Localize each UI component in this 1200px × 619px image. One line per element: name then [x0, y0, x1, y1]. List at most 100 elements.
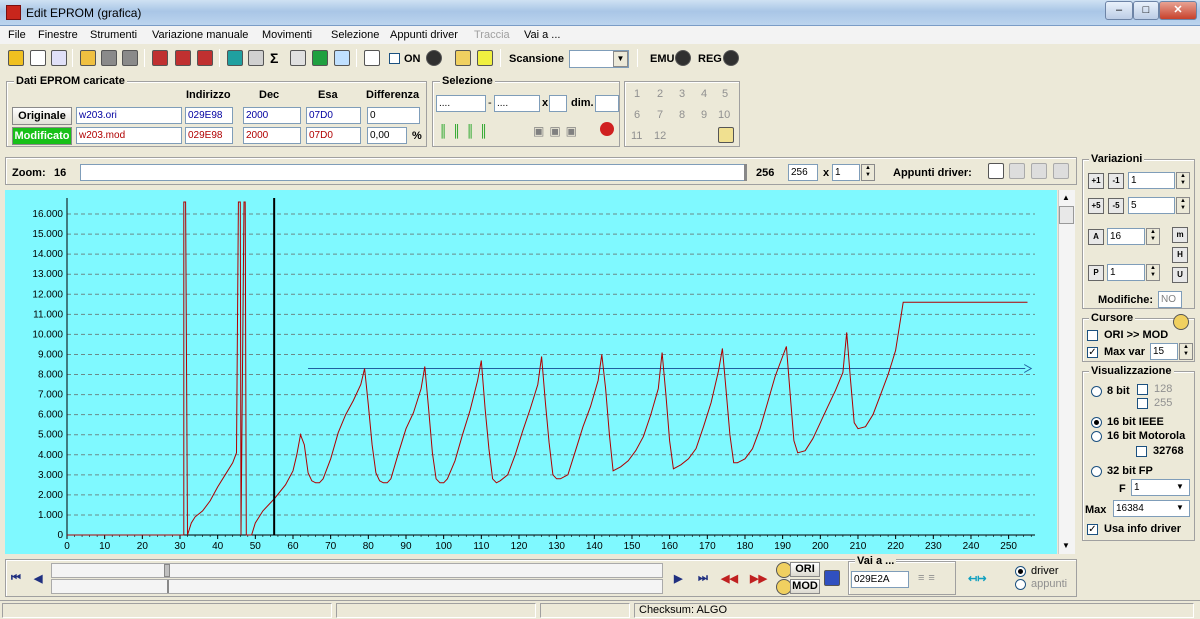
- num-12[interactable]: 12: [654, 130, 666, 142]
- step-1-spinner[interactable]: ▲ ▼: [1176, 172, 1190, 189]
- originale-file[interactable]: w203.ori: [76, 107, 182, 124]
- zoom-field[interactable]: 256: [788, 164, 818, 181]
- next-diff-icon[interactable]: ▶▶: [750, 572, 767, 585]
- compare-icon[interactable]: [175, 50, 191, 66]
- vai-a-field[interactable]: 029E2A: [851, 571, 909, 588]
- num-6[interactable]: 6: [634, 109, 640, 121]
- menu-file[interactable]: File: [8, 29, 26, 41]
- shift-a-icon[interactable]: A: [1088, 229, 1104, 245]
- u-icon[interactable]: U: [1172, 267, 1188, 283]
- zoom-slider[interactable]: [80, 164, 747, 181]
- tools-icon[interactable]: [312, 50, 328, 66]
- copy-icon[interactable]: [30, 50, 46, 66]
- m-icon[interactable]: m: [1172, 227, 1188, 243]
- ori-mod-checkbox[interactable]: [1087, 330, 1098, 341]
- modificato-file[interactable]: w203.mod: [76, 127, 182, 144]
- vertical-scroll-thumb[interactable]: [1059, 206, 1074, 224]
- max-chevron-down-icon[interactable]: ▼: [1176, 503, 1184, 512]
- vertical-scrollbar[interactable]: ▲ ▼: [1058, 190, 1075, 554]
- menu-appunti-driver[interactable]: Appunti driver: [390, 29, 458, 41]
- step-2-spinner[interactable]: ▲ ▼: [1176, 197, 1190, 214]
- calculator-icon[interactable]: [227, 50, 243, 66]
- radio-16bit-motorola[interactable]: [1091, 431, 1102, 442]
- print-icon[interactable]: [290, 50, 306, 66]
- runner-icon[interactable]: [477, 50, 493, 66]
- variazione-step-1[interactable]: 1: [1128, 172, 1175, 189]
- scroll-up-icon[interactable]: ▲: [1062, 193, 1070, 202]
- radio-driver[interactable]: [1015, 566, 1026, 577]
- menu-variazione-manuale[interactable]: Variazione manuale: [152, 29, 248, 41]
- num-8[interactable]: 8: [679, 109, 685, 121]
- modificato-indirizzo[interactable]: 029E98: [185, 127, 233, 144]
- position-scroll-thumb[interactable]: [164, 564, 170, 577]
- num-3[interactable]: 3: [679, 88, 685, 100]
- menu-finestre[interactable]: Finestre: [38, 29, 78, 41]
- move-arrows-icon[interactable]: ↤↦: [968, 572, 986, 585]
- modificato-dec[interactable]: 2000: [243, 127, 301, 144]
- decrease-icon[interactable]: -1: [1108, 173, 1124, 189]
- next-icon[interactable]: ▶: [674, 572, 682, 585]
- originale-indirizzo[interactable]: 029E98: [185, 107, 233, 124]
- num-1[interactable]: 1: [634, 88, 640, 100]
- maximize-button[interactable]: □: [1133, 1, 1159, 20]
- originale-button[interactable]: Originale: [12, 107, 72, 125]
- emu-icon[interactable]: [675, 50, 691, 66]
- zoom-slider-thumb[interactable]: [744, 164, 747, 181]
- variazione-step-4[interactable]: 1: [1107, 264, 1145, 281]
- selezione-x-field[interactable]: [549, 95, 567, 112]
- zoom-mult-field[interactable]: 1: [832, 164, 860, 181]
- save-as-icon[interactable]: [122, 50, 138, 66]
- modificato-diff[interactable]: 0,00: [367, 127, 407, 144]
- modificato-button[interactable]: Modificato: [12, 127, 72, 145]
- diff-icon[interactable]: [197, 50, 213, 66]
- ori-button[interactable]: ORI: [790, 562, 820, 577]
- radio-16bit-ieee[interactable]: [1091, 417, 1102, 428]
- variazione-step-3[interactable]: 16: [1107, 228, 1145, 245]
- selezione-dim-field[interactable]: [595, 95, 619, 112]
- checkbox-128[interactable]: [1137, 384, 1148, 395]
- usa-info-driver-checkbox[interactable]: ✓: [1087, 524, 1098, 535]
- step-3-spinner[interactable]: ▲ ▼: [1146, 228, 1160, 245]
- last-icon[interactable]: ⏭: [698, 572, 708, 585]
- window-icon[interactable]: [51, 50, 67, 66]
- increase-icon[interactable]: +1: [1088, 173, 1104, 189]
- zoom-mult-spinner[interactable]: ▲ ▼: [861, 164, 875, 181]
- home-icon[interactable]: [8, 50, 24, 66]
- chart-svg[interactable]: 0 1.000 2.000 3.000 4.000 5.000 6.000 7.000 8.00…: [5, 190, 1057, 554]
- cursor-lock-icon[interactable]: [1173, 314, 1189, 330]
- increase-5-icon[interactable]: +5: [1088, 198, 1104, 214]
- reg-icon[interactable]: [723, 50, 739, 66]
- check-icon[interactable]: [152, 50, 168, 66]
- p-icon[interactable]: P: [1088, 265, 1104, 281]
- num-10[interactable]: 10: [718, 109, 730, 121]
- num-9[interactable]: 9: [701, 109, 707, 121]
- stop-icon[interactable]: [600, 122, 614, 136]
- originale-dec[interactable]: 2000: [243, 107, 301, 124]
- mod-button[interactable]: MOD: [790, 579, 820, 594]
- checkbox-32768[interactable]: [1136, 446, 1147, 457]
- numpad-save-icon[interactable]: [718, 127, 734, 143]
- decrease-5-icon[interactable]: -5: [1108, 198, 1124, 214]
- originale-esa[interactable]: 07D0: [306, 107, 361, 124]
- close-button[interactable]: ✕: [1159, 1, 1197, 20]
- originale-diff[interactable]: 0: [367, 107, 420, 124]
- step-4-spinner[interactable]: ▲ ▼: [1146, 264, 1160, 281]
- minimize-button[interactable]: –: [1105, 1, 1133, 20]
- first-icon[interactable]: ⏮: [11, 572, 21, 585]
- menu-strumenti[interactable]: Strumenti: [90, 29, 137, 41]
- prev-diff-icon[interactable]: ◀◀: [721, 572, 738, 585]
- checkbox-255[interactable]: [1137, 398, 1148, 409]
- radio-8bit[interactable]: [1091, 386, 1102, 397]
- prev-icon[interactable]: ◀: [34, 572, 42, 585]
- scroll-down-icon[interactable]: ▼: [1062, 541, 1070, 550]
- selezione-from[interactable]: ....: [436, 95, 486, 112]
- max-var-checkbox[interactable]: ✓: [1087, 347, 1098, 358]
- sum-icon[interactable]: Σ: [270, 50, 278, 66]
- clipboard-icon[interactable]: [988, 163, 1004, 179]
- radio-appunti[interactable]: [1015, 579, 1026, 590]
- on-checkbox[interactable]: [389, 53, 400, 64]
- h-icon[interactable]: H: [1172, 247, 1188, 263]
- num-2[interactable]: 2: [657, 88, 663, 100]
- lock-icon[interactable]: [455, 50, 471, 66]
- num-7[interactable]: 7: [657, 109, 663, 121]
